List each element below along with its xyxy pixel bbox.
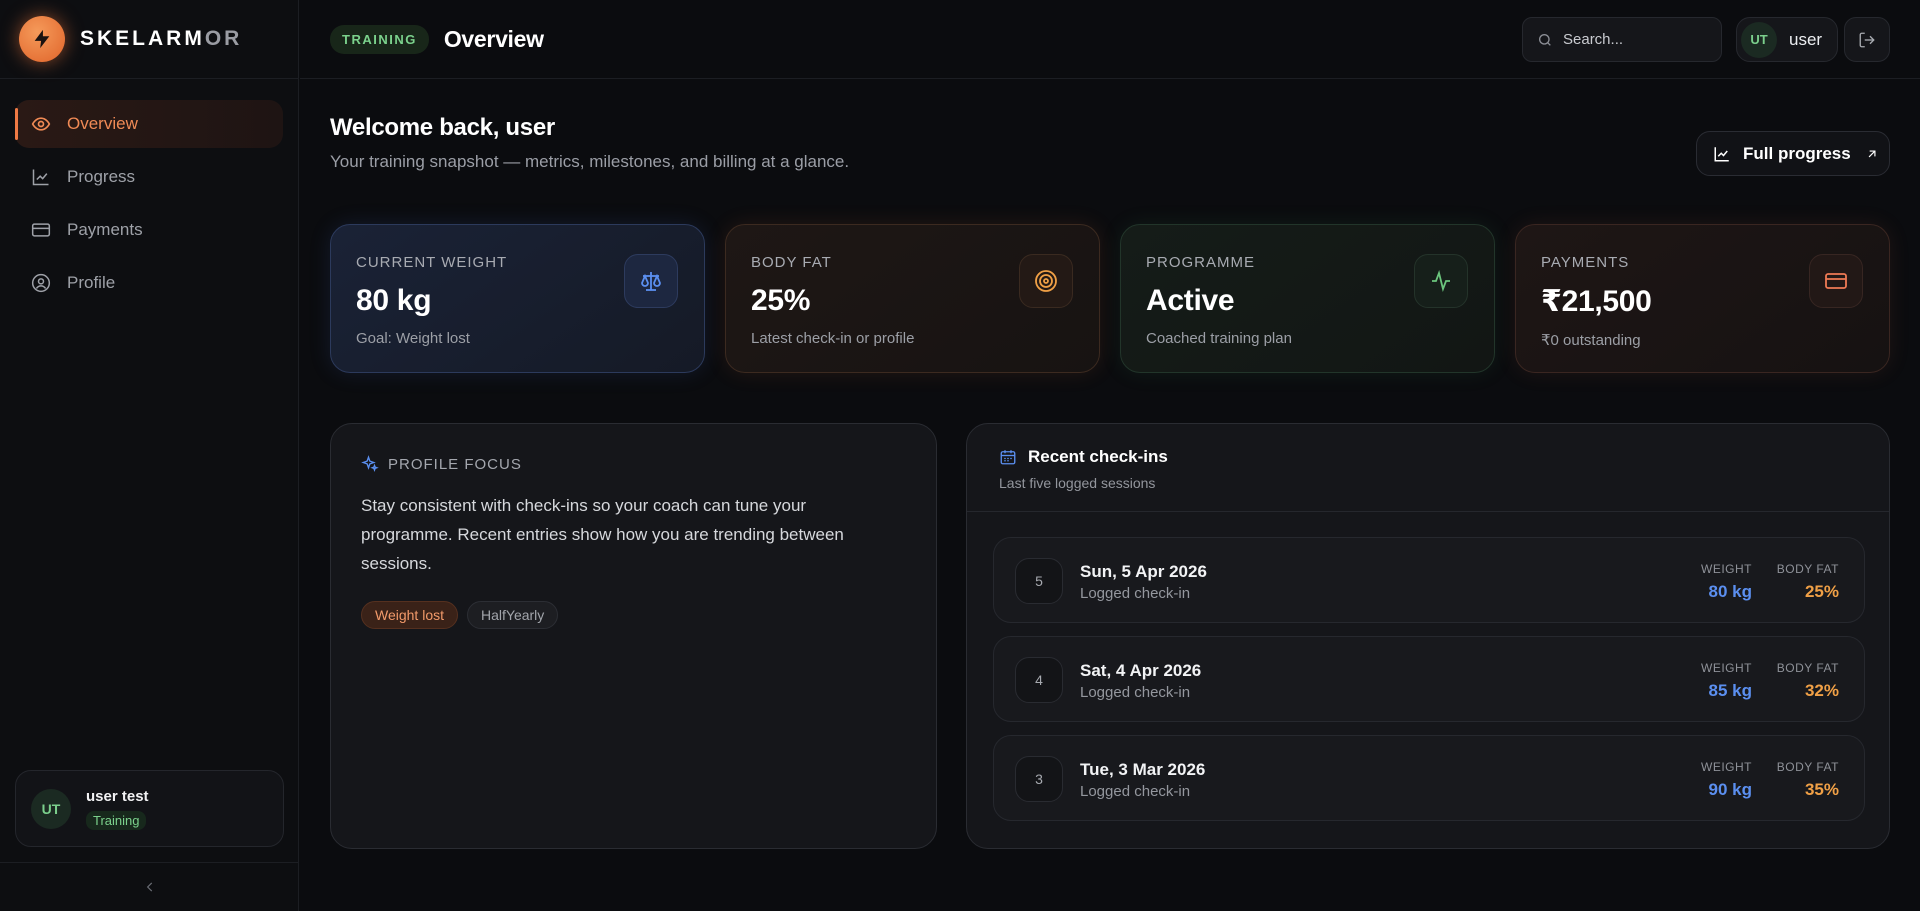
avatar: UT xyxy=(31,788,71,829)
avatar: UT xyxy=(1741,21,1777,58)
checkin-number: 4 xyxy=(1015,657,1063,703)
bolt-icon xyxy=(19,16,65,62)
activity-icon xyxy=(1414,254,1468,308)
user-meta: user test Training xyxy=(86,788,149,830)
stat-subtext: Coached training plan xyxy=(1146,330,1292,347)
checkin-weight: WEIGHT 90 kg xyxy=(1701,760,1752,799)
checkin-subtext: Logged check-in xyxy=(1080,684,1191,701)
welcome-section: Welcome back, user Your training snapsho… xyxy=(330,114,849,172)
search-box[interactable] xyxy=(1522,17,1722,62)
goal-chips: Weight lost HalfYearly xyxy=(361,601,906,629)
checkin-number: 3 xyxy=(1015,756,1063,802)
profile-focus-header: PROFILE FOCUS xyxy=(361,455,906,473)
checkin-number: 5 xyxy=(1015,558,1063,604)
checkin-date: Tue, 3 Mar 2026 xyxy=(1080,760,1206,779)
sidebar-item-progress[interactable]: Progress xyxy=(15,153,283,201)
top-header: TRAINING Overview UT user xyxy=(300,0,1920,79)
sidebar: SKELARMOR Overview Progress Payments Pro… xyxy=(0,0,299,911)
stat-card-programme: PROGRAMME Active Coached training plan xyxy=(1120,224,1495,373)
collapse-sidebar-button[interactable] xyxy=(0,862,299,911)
brand[interactable]: SKELARMOR xyxy=(0,0,298,79)
checkin-row[interactable]: 5 Sun, 5 Apr 2026 Logged check-in WEIGHT… xyxy=(993,537,1865,623)
credit-card-icon xyxy=(1809,254,1863,308)
user-name: user test xyxy=(86,787,149,805)
sidebar-item-label: Profile xyxy=(67,273,116,292)
eye-icon xyxy=(30,113,52,135)
sidebar-nav: Overview Progress Payments Profile xyxy=(0,79,298,307)
target-icon xyxy=(1019,254,1073,308)
user-menu-button[interactable]: UT user xyxy=(1736,17,1838,62)
user-name: user xyxy=(1789,29,1823,49)
full-progress-label: Full progress xyxy=(1743,143,1851,163)
stat-card-payments: PAYMENTS ₹21,500 ₹0 outstanding xyxy=(1515,224,1890,373)
checkin-subtext: Logged check-in xyxy=(1080,783,1191,800)
user-circle-icon xyxy=(30,272,52,294)
checkin-bodyfat: BODY FAT 25% xyxy=(1776,562,1839,601)
welcome-title: Welcome back, user xyxy=(330,114,555,141)
profile-focus-text: Stay consistent with check-ins so your c… xyxy=(361,496,844,573)
welcome-subtitle: Your training snapshot — metrics, milest… xyxy=(330,152,850,171)
recent-checkins-header: Recent check-ins Last five logged sessio… xyxy=(967,424,1889,512)
sidebar-item-label: Progress xyxy=(67,167,136,186)
sidebar-item-label: Overview xyxy=(67,114,138,133)
stat-card-body-fat: BODY FAT 25% Latest check-in or profile xyxy=(725,224,1100,373)
search-icon xyxy=(1539,33,1551,46)
credit-card-icon xyxy=(30,219,52,241)
calendar-icon xyxy=(1000,450,1016,465)
plan-chip: HalfYearly xyxy=(467,601,559,629)
recent-checkins-card: Recent check-ins Last five logged sessio… xyxy=(966,423,1890,849)
checkin-row[interactable]: 3 Tue, 3 Mar 2026 Logged check-in WEIGHT… xyxy=(993,735,1865,821)
status-badge: Training xyxy=(86,810,147,830)
profile-focus-card: PROFILE FOCUS Stay consistent with check… xyxy=(330,423,937,849)
logout-icon xyxy=(1859,32,1875,47)
checkin-row[interactable]: 4 Sat, 4 Apr 2026 Logged check-in WEIGHT… xyxy=(993,636,1865,722)
checkin-bodyfat: BODY FAT 35% xyxy=(1776,760,1839,799)
sidebar-item-profile[interactable]: Profile xyxy=(15,259,283,307)
sparkles-icon xyxy=(361,455,379,472)
brand-name: SKELARMOR xyxy=(80,27,243,50)
sidebar-user-card[interactable]: UT user test Training xyxy=(15,770,284,847)
scale-icon xyxy=(624,254,678,308)
chart-line-icon xyxy=(30,166,52,188)
goal-chip: Weight lost xyxy=(361,601,458,629)
stat-card-current-weight: CURRENT WEIGHT 80 kg Goal: Weight lost xyxy=(330,224,705,373)
profile-focus-label: PROFILE FOCUS xyxy=(388,455,522,473)
arrow-up-right-icon xyxy=(1865,147,1879,161)
recent-checkins-subtitle: Last five logged sessions xyxy=(999,475,1156,491)
checkin-subtext: Logged check-in xyxy=(1080,585,1191,602)
stat-subtext: Goal: Weight lost xyxy=(356,330,470,347)
chevron-left-icon xyxy=(146,882,152,892)
logout-button[interactable] xyxy=(1844,17,1890,62)
checkin-weight: WEIGHT 85 kg xyxy=(1701,661,1752,700)
page-title: Overview xyxy=(443,25,544,52)
stat-subtext: Latest check-in or profile xyxy=(751,330,915,347)
full-progress-button[interactable]: Full progress xyxy=(1696,131,1890,176)
sidebar-item-overview[interactable]: Overview xyxy=(15,100,283,148)
chart-line-icon xyxy=(1714,146,1729,161)
checkin-date: Sun, 5 Apr 2026 xyxy=(1080,562,1207,581)
checkin-date: Sat, 4 Apr 2026 xyxy=(1080,661,1202,680)
recent-checkins-title: Recent check-ins xyxy=(1028,447,1168,466)
checkin-weight: WEIGHT 80 kg xyxy=(1701,562,1752,601)
checkin-bodyfat: BODY FAT 32% xyxy=(1776,661,1839,700)
stat-subtext: ₹0 outstanding xyxy=(1541,332,1641,349)
sidebar-item-label: Payments xyxy=(67,220,143,239)
sidebar-item-payments[interactable]: Payments xyxy=(15,206,283,254)
search-input[interactable] xyxy=(1563,31,1713,48)
mode-tag: TRAINING xyxy=(330,24,429,54)
